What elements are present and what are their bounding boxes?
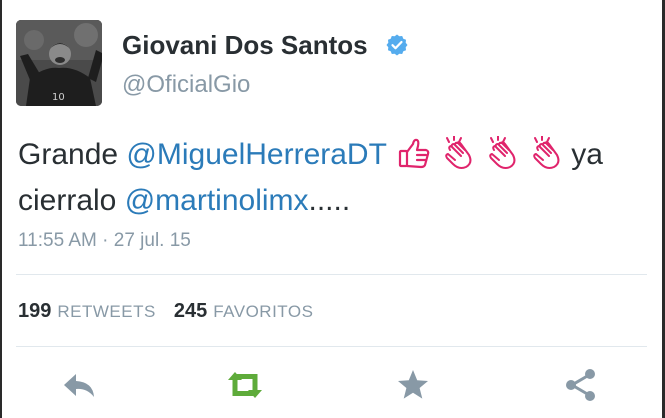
- tweet-text: Grande @MiguelHerreraDT ya cierralo @mar…: [18, 132, 648, 224]
- retweet-button[interactable]: [226, 366, 264, 404]
- verified-badge-icon: [385, 33, 409, 57]
- tweet-text-intro: Grande: [18, 138, 127, 171]
- clapping-hands-emoji: [485, 135, 519, 170]
- divider-bottom: [16, 346, 647, 347]
- retweets-label: RETWEETS: [57, 302, 156, 321]
- retweets-stat[interactable]: 199 RETWEETS: [18, 300, 156, 322]
- reply-icon: [64, 374, 94, 397]
- window-border-left: [0, 0, 2, 418]
- divider-top: [16, 274, 647, 275]
- tweet-text-line2: cierralo: [18, 184, 125, 217]
- profile-avatar[interactable]: 10: [16, 20, 102, 106]
- clapping-hands-emoji: [441, 135, 475, 170]
- thumbs-up-emoji: [397, 136, 431, 170]
- tweet-text-after-emoji: ya: [562, 138, 603, 171]
- share-button[interactable]: [562, 366, 600, 404]
- favorite-button[interactable]: [394, 366, 432, 404]
- svg-text:10: 10: [52, 92, 65, 103]
- favorites-label: FAVORITOS: [213, 302, 314, 321]
- user-handle[interactable]: @OficialGio: [122, 71, 250, 99]
- avatar-photo: 10: [16, 20, 102, 106]
- tweet-stats: 199 RETWEETS 245 FAVORITOS: [18, 300, 313, 323]
- reply-button[interactable]: [60, 366, 98, 404]
- share-icon: [566, 369, 595, 401]
- retweets-count: 199: [18, 300, 52, 322]
- star-icon: [398, 370, 428, 399]
- mention-link-martinoli[interactable]: @martinolimx: [125, 184, 309, 217]
- retweet-icon: [228, 372, 262, 398]
- favorites-stat[interactable]: 245 FAVORITOS: [173, 300, 314, 322]
- favorites-count: 245: [173, 300, 208, 322]
- display-name[interactable]: Giovani Dos Santos: [122, 30, 368, 61]
- mention-link-miguelherrera[interactable]: @MiguelHerreraDT: [126, 138, 387, 171]
- tweet-timestamp[interactable]: 11:55 AM · 27 jul. 15: [18, 230, 191, 252]
- clapping-hands-emoji: [529, 135, 563, 170]
- tweet-text-ending: .....: [308, 184, 351, 217]
